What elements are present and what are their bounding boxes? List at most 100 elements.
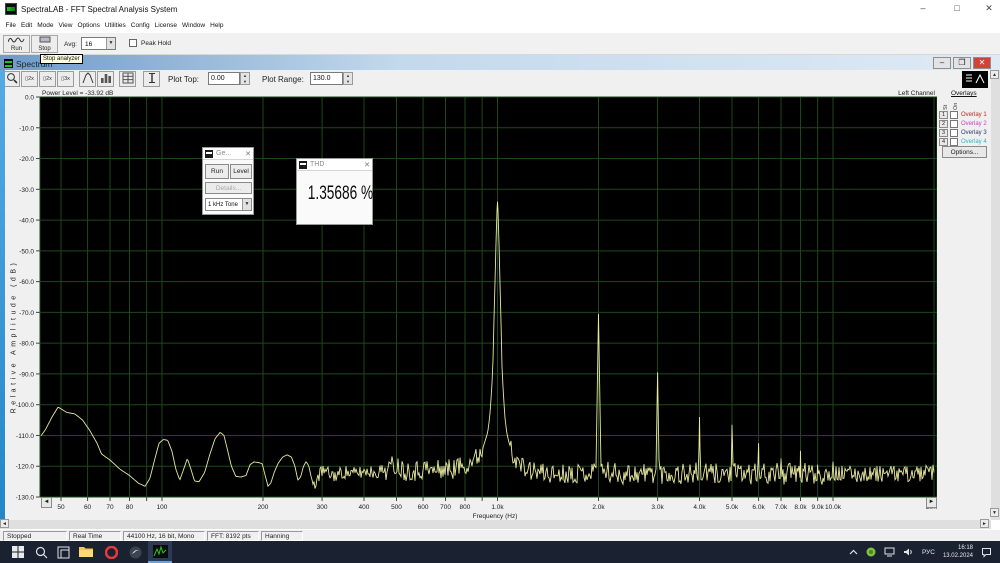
tray-volume-icon[interactable]: [903, 547, 914, 557]
zoom-3x-icon[interactable]: ▯3x: [57, 71, 74, 87]
chevron-down-icon[interactable]: ▼: [106, 38, 115, 49]
tray-clock[interactable]: 16:1813.02.2024: [943, 544, 973, 560]
tray-language-indicator[interactable]: РУС: [922, 549, 935, 556]
svg-text:100: 100: [157, 504, 168, 511]
zoom-in-2x-icon[interactable]: ▯2x: [21, 71, 38, 87]
generator-level-button[interactable]: Level: [230, 164, 252, 179]
svg-text:600: 600: [418, 504, 429, 511]
run-button[interactable]: Run: [3, 35, 30, 53]
overlay-options-button[interactable]: Options...: [942, 146, 987, 158]
menu-item-window[interactable]: Window: [180, 18, 208, 33]
grid-table-icon[interactable]: [119, 71, 136, 87]
spectrum-minimize-button[interactable]: –: [933, 57, 951, 69]
scroll-right-icon[interactable]: ►: [980, 519, 989, 528]
start-button[interactable]: [6, 541, 30, 563]
app-swirl-icon[interactable]: [123, 541, 147, 563]
plot-range-input[interactable]: 130.0: [310, 72, 343, 85]
vertical-scrollbar[interactable]: ▲ ▼: [991, 70, 1000, 520]
overlay-2-label: Overlay 2: [961, 121, 987, 127]
close-button[interactable]: ✕: [974, 0, 1000, 18]
generator-run-button[interactable]: Run: [205, 164, 229, 179]
generator-close-icon[interactable]: ✕: [245, 150, 251, 158]
thd-title: THD: [310, 161, 324, 168]
zoom-out-2x-icon[interactable]: ▯2x: [39, 71, 56, 87]
thd-close-icon[interactable]: ✕: [364, 161, 370, 169]
overlay-4-button[interactable]: 4: [939, 138, 948, 146]
svg-text:200: 200: [258, 504, 269, 511]
plot-range-spinner[interactable]: ▲▼: [343, 72, 353, 85]
menu-item-utilities[interactable]: Utilities: [102, 18, 128, 33]
generator-window: Ge... ✕ Run Level Details... 1 kHz Tone …: [202, 147, 254, 215]
task-view-button[interactable]: [51, 541, 75, 563]
scroll-up-icon[interactable]: ▲: [990, 70, 999, 79]
tray-chevron-icon[interactable]: [849, 549, 858, 556]
svg-text:9.0k: 9.0k: [811, 504, 824, 511]
svg-text:-110.0: -110.0: [16, 433, 34, 440]
overlay-1-label: Overlay 1: [961, 112, 987, 118]
menu-item-edit[interactable]: Edit: [18, 18, 34, 33]
chevron-down-icon[interactable]: ▼: [242, 199, 251, 210]
generator-icon: [205, 150, 213, 158]
spectrum-close-button[interactable]: ✕: [973, 57, 991, 69]
overlay-2-checkbox[interactable]: [950, 120, 958, 128]
menu-item-options[interactable]: Options: [75, 18, 102, 33]
overlay-4-checkbox[interactable]: [950, 138, 958, 146]
svg-text:-80.0: -80.0: [19, 341, 34, 348]
peak-hold-checkbox[interactable]: [129, 39, 137, 47]
notification-center-icon[interactable]: [981, 547, 992, 558]
stop-button[interactable]: Stop: [31, 35, 58, 53]
opera-browser-icon[interactable]: [99, 541, 123, 563]
marker-ibeam-icon[interactable]: [143, 71, 160, 87]
avg-dropdown[interactable]: 16 ▼: [81, 37, 116, 50]
plot-top-label: Plot Top:: [168, 75, 199, 84]
status-bar: StoppedReal Time44100 Hz, 16 bit, MonoFF…: [0, 529, 1000, 541]
taskbar-spectralab-button[interactable]: [148, 541, 172, 563]
overlay-3-button[interactable]: 3: [939, 129, 948, 137]
menu-item-file[interactable]: File: [3, 18, 18, 33]
generator-title-bar[interactable]: Ge... ✕: [203, 148, 253, 160]
file-explorer-icon[interactable]: [74, 541, 98, 563]
menu-item-mode[interactable]: Mode: [35, 18, 56, 33]
bar-chart-icon[interactable]: [97, 71, 114, 87]
status-segment-2: 44100 Hz, 16 bit, Mono: [123, 531, 205, 541]
tray-network-icon[interactable]: [884, 547, 895, 557]
menu-item-license[interactable]: License: [152, 18, 179, 33]
zoom-icon[interactable]: [3, 71, 20, 87]
generator-details-button[interactable]: Details...: [205, 182, 252, 194]
svg-text:-40.0: -40.0: [19, 218, 34, 225]
search-icon[interactable]: [29, 541, 53, 563]
overlay-4-label: Overlay 4: [961, 139, 987, 145]
spectrum-restore-button[interactable]: ❐: [953, 57, 971, 69]
taskbar: РУС 16:1813.02.2024: [0, 541, 1000, 563]
scroll-left-icon[interactable]: ◄: [0, 519, 9, 528]
thd-title-bar[interactable]: THD ✕: [297, 159, 372, 171]
horizontal-scrollbar[interactable]: ◄ ►: [0, 520, 991, 529]
generator-tone-dropdown[interactable]: 1 kHz Tone ▼: [205, 198, 252, 211]
plot-range-label: Plot Range:: [262, 75, 304, 84]
svg-text:70: 70: [106, 504, 114, 511]
tray-antivirus-icon[interactable]: [866, 547, 876, 557]
svg-text:700: 700: [440, 504, 451, 511]
svg-text:7.0k: 7.0k: [775, 504, 788, 511]
menu-item-help[interactable]: Help: [208, 18, 226, 33]
axis-pan-left-button[interactable]: ◄: [41, 497, 52, 508]
svg-text:-70.0: -70.0: [19, 310, 34, 317]
minimize-button[interactable]: –: [908, 0, 938, 18]
axis-pan-right-button[interactable]: ►: [926, 497, 937, 508]
maximize-button[interactable]: □: [942, 0, 972, 18]
svg-text:3.0k: 3.0k: [651, 504, 664, 511]
svg-text:4.0k: 4.0k: [693, 504, 706, 511]
peak-curve-icon[interactable]: [79, 71, 96, 87]
avg-label: Avg:: [64, 41, 77, 48]
overlay-1-checkbox[interactable]: [950, 111, 958, 119]
generator-panel-icon[interactable]: [962, 71, 988, 88]
app-icon: [5, 3, 17, 15]
overlay-2-button[interactable]: 2: [939, 120, 948, 128]
overlay-1-button[interactable]: 1: [939, 111, 948, 119]
plot-top-input[interactable]: 0.00: [208, 72, 240, 85]
overlay-3-checkbox[interactable]: [950, 129, 958, 137]
plot-top-spinner[interactable]: ▲▼: [240, 72, 250, 85]
scroll-down-icon[interactable]: ▼: [990, 508, 999, 517]
menu-item-view[interactable]: View: [56, 18, 75, 33]
menu-item-config[interactable]: Config: [128, 18, 152, 33]
